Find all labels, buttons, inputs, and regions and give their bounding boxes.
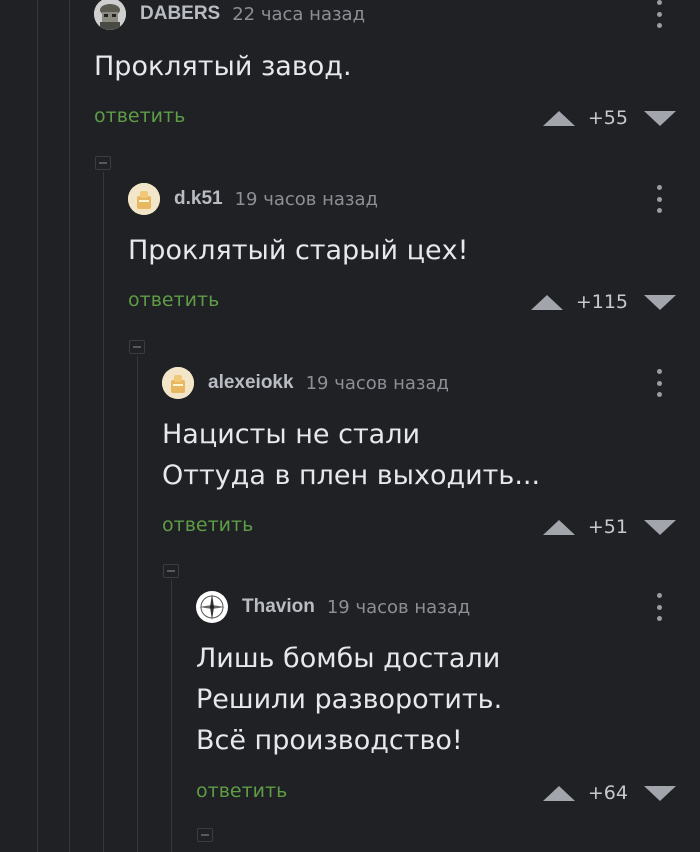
username[interactable]: d.k51 — [174, 188, 223, 210]
soldier-avatar-icon[interactable] — [94, 0, 126, 30]
comment-time: 19 часов назад — [326, 596, 471, 618]
compass-avatar-icon[interactable] — [196, 591, 228, 623]
comment-header: Thavion 19 часов назад — [196, 590, 470, 624]
score: +64 — [587, 782, 628, 804]
comment-line: Лишь бомбы достали — [196, 643, 501, 674]
comment-time: 19 часов назад — [305, 372, 449, 394]
rating: +51 — [542, 516, 676, 538]
collapse-thread-button[interactable] — [95, 156, 111, 170]
comment-time: 22 часа назад — [232, 3, 366, 25]
reply-button[interactable]: ответить — [94, 105, 185, 127]
downvote-icon[interactable] — [644, 294, 676, 310]
comment-time: 19 часов назад — [234, 188, 378, 210]
comment-header: alexeiokk 19 часов назад — [162, 366, 449, 400]
comment-line: Решили разворотить. — [196, 684, 503, 715]
rating: +55 — [542, 107, 676, 129]
more-options-icon[interactable] — [656, 593, 662, 621]
thread-line — [171, 580, 172, 852]
rating: +115 — [530, 291, 676, 313]
comment-text: Проклятый старый цех! — [128, 230, 468, 271]
score: +55 — [587, 107, 628, 129]
comment-line: Проклятый старый цех! — [128, 235, 469, 266]
comment-line: Нацисты не стали — [162, 419, 421, 450]
username[interactable]: Thavion — [242, 596, 315, 618]
upvote-icon[interactable] — [530, 294, 563, 310]
comment-line: Всё производство! — [196, 725, 463, 756]
comment-header: d.k51 19 часов назад — [128, 182, 378, 216]
comment-text: Лишь бомбы достали Решили разворотить. В… — [196, 638, 502, 761]
upvote-icon[interactable] — [542, 110, 575, 126]
more-options-icon[interactable] — [656, 185, 662, 213]
score: +115 — [575, 291, 628, 313]
downvote-icon[interactable] — [644, 110, 676, 126]
downvote-icon[interactable] — [644, 785, 676, 801]
reply-button[interactable]: ответить — [196, 780, 287, 802]
thread-line — [103, 172, 104, 852]
thread-line — [37, 0, 38, 852]
thread-line — [137, 356, 138, 852]
reply-button[interactable]: ответить — [128, 289, 219, 311]
score: +51 — [587, 516, 628, 538]
upvote-icon[interactable] — [542, 785, 575, 801]
collapse-thread-button[interactable] — [163, 564, 179, 578]
comment-header: DABERS 22 часа назад — [94, 0, 365, 31]
upvote-icon[interactable] — [542, 519, 575, 535]
username[interactable]: DABERS — [140, 3, 220, 25]
comment-line: Оттуда в плен выходить... — [162, 460, 541, 491]
reply-button[interactable]: ответить — [162, 514, 253, 536]
downvote-icon[interactable] — [644, 519, 676, 535]
comment-line: Проклятый завод. — [94, 51, 352, 82]
rating: +64 — [542, 782, 676, 804]
default-avatar-icon[interactable] — [162, 367, 194, 399]
comment-text: Нацисты не стали Оттуда в плен выходить.… — [162, 414, 540, 496]
comment-text: Проклятый завод. — [94, 46, 352, 87]
thread-line — [69, 0, 70, 852]
username[interactable]: alexeiokk — [208, 372, 294, 394]
collapse-thread-button[interactable] — [197, 828, 213, 842]
collapse-thread-button[interactable] — [129, 340, 145, 354]
default-avatar-icon[interactable] — [128, 183, 160, 215]
more-options-icon[interactable] — [656, 0, 662, 28]
more-options-icon[interactable] — [656, 369, 662, 397]
